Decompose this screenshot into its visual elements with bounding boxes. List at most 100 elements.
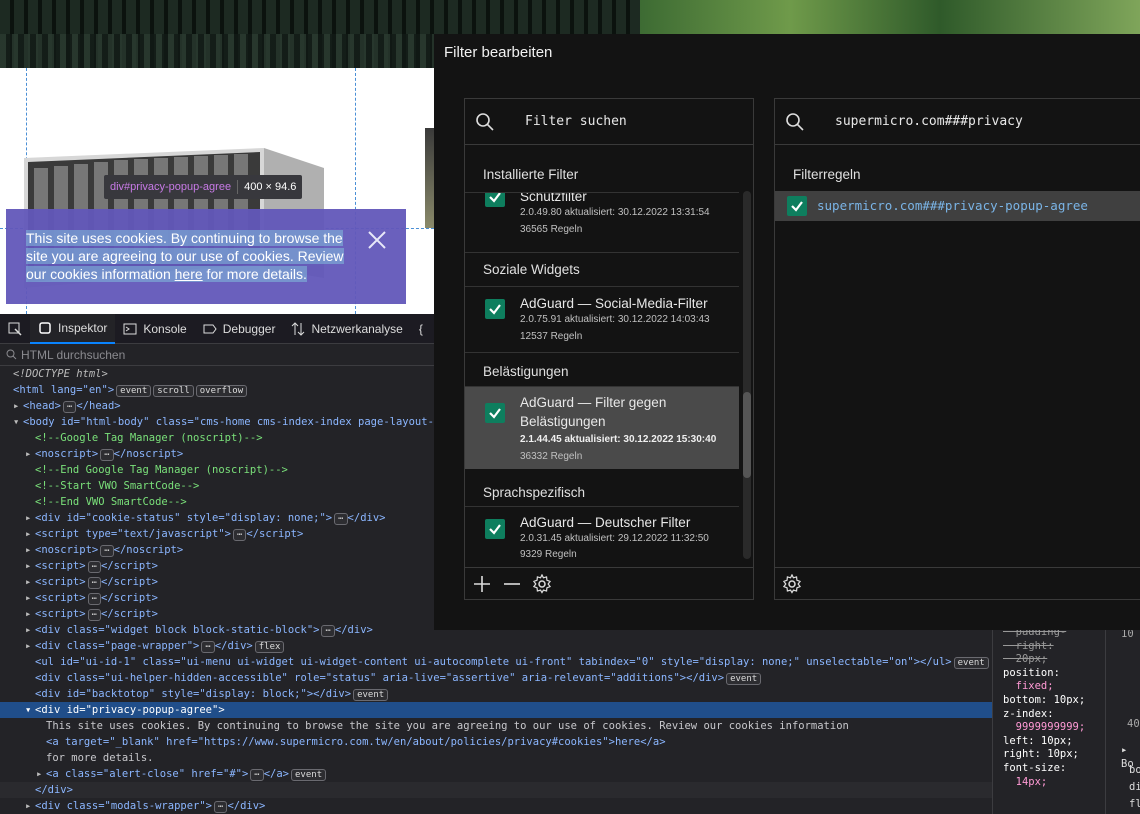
rules-list: padding- right: 20px; position: fixed; b… bbox=[1003, 630, 1086, 788]
rule-search-text: supermicro.com###privacy bbox=[835, 114, 1023, 129]
cookies-info-link[interactable]: here bbox=[175, 266, 203, 282]
forest-banner-image bbox=[640, 0, 1140, 36]
rule-text: supermicro.com###privacy-popup-agree bbox=[817, 198, 1088, 213]
tooltip-size: 400 × 94.6 bbox=[244, 181, 297, 193]
filter-item-selected[interactable]: AdGuard — Filter gegen Belästigungen 2.1… bbox=[465, 387, 739, 469]
tab-label: Konsole bbox=[143, 321, 187, 336]
checkbox-checked[interactable] bbox=[787, 196, 807, 216]
scrollbar-thumb[interactable] bbox=[743, 392, 751, 478]
filter-rules-count: 36332 Regeln bbox=[520, 451, 583, 462]
section-social: Soziale Widgets bbox=[465, 253, 739, 287]
checkbox-checked[interactable] bbox=[485, 193, 505, 207]
popup-message: This site uses cookies. By continuing to… bbox=[26, 230, 344, 282]
inspector-tooltip: div#privacy-popup-agree 400 × 94.6 bbox=[104, 175, 303, 199]
check-icon bbox=[791, 201, 803, 212]
search-icon bbox=[6, 349, 17, 360]
dom-node-selected[interactable]: ▾ <div id="privacy-popup-agree"> bbox=[0, 702, 992, 718]
tab-label: Netzwerkanalyse bbox=[311, 321, 403, 336]
dom-node[interactable]: ▸ <a class="alert-close" href="#"> ⋯ </a> ev… bbox=[0, 766, 992, 782]
filter-item[interactable]: AdGuard — Social-Media-Filter 2.0.75.91 … bbox=[465, 287, 739, 353]
filter-search-field[interactable]: Filter suchen bbox=[465, 99, 753, 145]
dom-node[interactable]: <a target="_blank" href="https://www.sup… bbox=[0, 734, 992, 750]
tooltip-selector: div#privacy-popup-agree bbox=[110, 181, 232, 193]
filter-version: 2.0.49.80 aktualisiert: 30.12.2022 13:31… bbox=[520, 207, 710, 218]
dom-node[interactable]: ▸ <div class="modals-wrapper"> ⋯ </div> bbox=[0, 798, 992, 814]
privacy-popup: This site uses cookies. By continuing to… bbox=[6, 209, 406, 304]
check-icon bbox=[489, 524, 501, 535]
search-placeholder: HTML durchsuchen bbox=[21, 347, 126, 362]
check-icon bbox=[489, 304, 501, 315]
inspector-icon bbox=[39, 321, 51, 334]
filter-settings-button[interactable] bbox=[527, 569, 557, 599]
rules-side-value: 40 bbox=[1127, 718, 1140, 730]
dom-node[interactable]: </div> bbox=[0, 782, 992, 798]
network-icon bbox=[292, 321, 305, 336]
filter-list-toolbar bbox=[465, 567, 753, 599]
filter-item[interactable]: AdGuard — Deutscher Filter 2.0.31.45 akt… bbox=[465, 507, 739, 567]
filter-version: 2.0.75.91 aktualisiert: 30.12.2022 14:03… bbox=[520, 314, 710, 325]
rules-side-value: bo bbox=[1129, 764, 1140, 776]
filter-name: AdGuard — Deutscher Filter bbox=[520, 515, 691, 530]
tab-console[interactable]: Konsole bbox=[115, 314, 194, 344]
checkbox-checked[interactable] bbox=[485, 519, 505, 539]
add-filter-button[interactable] bbox=[467, 569, 497, 599]
filter-rules-count: 36565 Regeln bbox=[520, 224, 583, 235]
remove-filter-button[interactable] bbox=[497, 569, 527, 599]
section-installed: Installierte Filter bbox=[465, 157, 739, 193]
dom-text-node[interactable]: This site uses cookies. By continuing to… bbox=[0, 718, 992, 734]
tab-style-editor[interactable]: { bbox=[411, 314, 431, 344]
filter-item[interactable]: Schutzfilter 2.0.49.80 aktualisiert: 30.… bbox=[465, 193, 739, 253]
html-search[interactable]: HTML durchsuchen bbox=[0, 344, 440, 366]
dom-node[interactable]: <div class="ui-helper-hidden-accessible"… bbox=[0, 670, 992, 686]
search-icon bbox=[476, 113, 494, 131]
section-rules: Filterregeln bbox=[775, 157, 1140, 193]
section-annoyances: Belästigungen bbox=[465, 353, 739, 387]
filter-search-text: Filter suchen bbox=[525, 114, 627, 129]
tab-debugger[interactable]: Debugger bbox=[195, 314, 284, 344]
console-icon bbox=[123, 323, 137, 334]
gear-icon bbox=[782, 573, 802, 594]
close-icon[interactable] bbox=[366, 229, 388, 251]
filter-version: 2.0.31.45 aktualisiert: 29.12.2022 11:32… bbox=[520, 533, 709, 544]
dom-node[interactable]: <ul id="ui-id-1" class="ui-menu ui-widge… bbox=[0, 654, 992, 670]
rule-search-field[interactable]: supermicro.com###privacy bbox=[775, 99, 1140, 145]
edit-filters-dialog: Filter bearbeiten Filter suchen Installi… bbox=[434, 34, 1140, 630]
product-image-edge bbox=[425, 128, 434, 228]
dialog-title: Filter bearbeiten bbox=[444, 44, 553, 61]
devtools-toolbar: Inspektor Konsole Debugger Netzwerkanaly… bbox=[0, 313, 440, 344]
dom-text-node[interactable]: for more details. bbox=[0, 750, 992, 766]
picker-icon bbox=[8, 322, 22, 336]
filter-version: 2.1.44.45 aktualisiert: 30.12.2022 15:30… bbox=[520, 434, 717, 445]
section-language: Sprachspezifisch bbox=[465, 469, 739, 507]
minus-icon bbox=[504, 582, 520, 585]
filter-list-panel: Filter suchen Installierte Filter Schutz… bbox=[464, 98, 754, 600]
dom-node[interactable]: ▸ <div class="page-wrapper"> ⋯ </div> flex bbox=[0, 638, 992, 654]
css-rules-panel: padding- right: 20px; position: fixed; b… bbox=[992, 630, 1140, 814]
tab-network[interactable]: Netzwerkanalyse bbox=[283, 314, 410, 344]
gear-icon bbox=[532, 573, 552, 594]
dom-node[interactable]: <div id="backtotop" style="display: bloc… bbox=[0, 686, 992, 702]
rule-item-selected[interactable]: supermicro.com###privacy-popup-agree bbox=[775, 191, 1140, 221]
filter-rules-panel: supermicro.com###privacy Filterregeln su… bbox=[774, 98, 1140, 600]
checkbox-checked[interactable] bbox=[485, 403, 505, 423]
check-icon bbox=[489, 193, 501, 203]
rules-side-value: di bbox=[1129, 781, 1140, 793]
check-icon bbox=[489, 408, 501, 419]
rules-toolbar bbox=[775, 567, 1140, 599]
tab-label: Debugger bbox=[222, 321, 276, 336]
checkbox-checked[interactable] bbox=[485, 299, 505, 319]
plus-icon bbox=[474, 575, 490, 592]
tab-label: Inspektor bbox=[58, 320, 108, 335]
filter-rules-count: 9329 Regeln bbox=[520, 549, 577, 560]
filter-rules-count: 12537 Regeln bbox=[520, 331, 583, 342]
filter-name: AdGuard — Filter gegen Belästigungen bbox=[520, 395, 667, 429]
tab-inspector[interactable]: Inspektor bbox=[30, 313, 116, 344]
scrollbar-track[interactable] bbox=[743, 191, 751, 559]
element-picker-button[interactable] bbox=[0, 314, 30, 344]
rules-side-value: fl bbox=[1129, 798, 1140, 810]
search-icon bbox=[786, 113, 804, 131]
filter-name: AdGuard — Social-Media-Filter bbox=[520, 296, 708, 311]
rules-side-value: 10 bbox=[1121, 630, 1134, 640]
rules-settings-button[interactable] bbox=[777, 569, 807, 599]
debugger-icon bbox=[203, 324, 217, 333]
